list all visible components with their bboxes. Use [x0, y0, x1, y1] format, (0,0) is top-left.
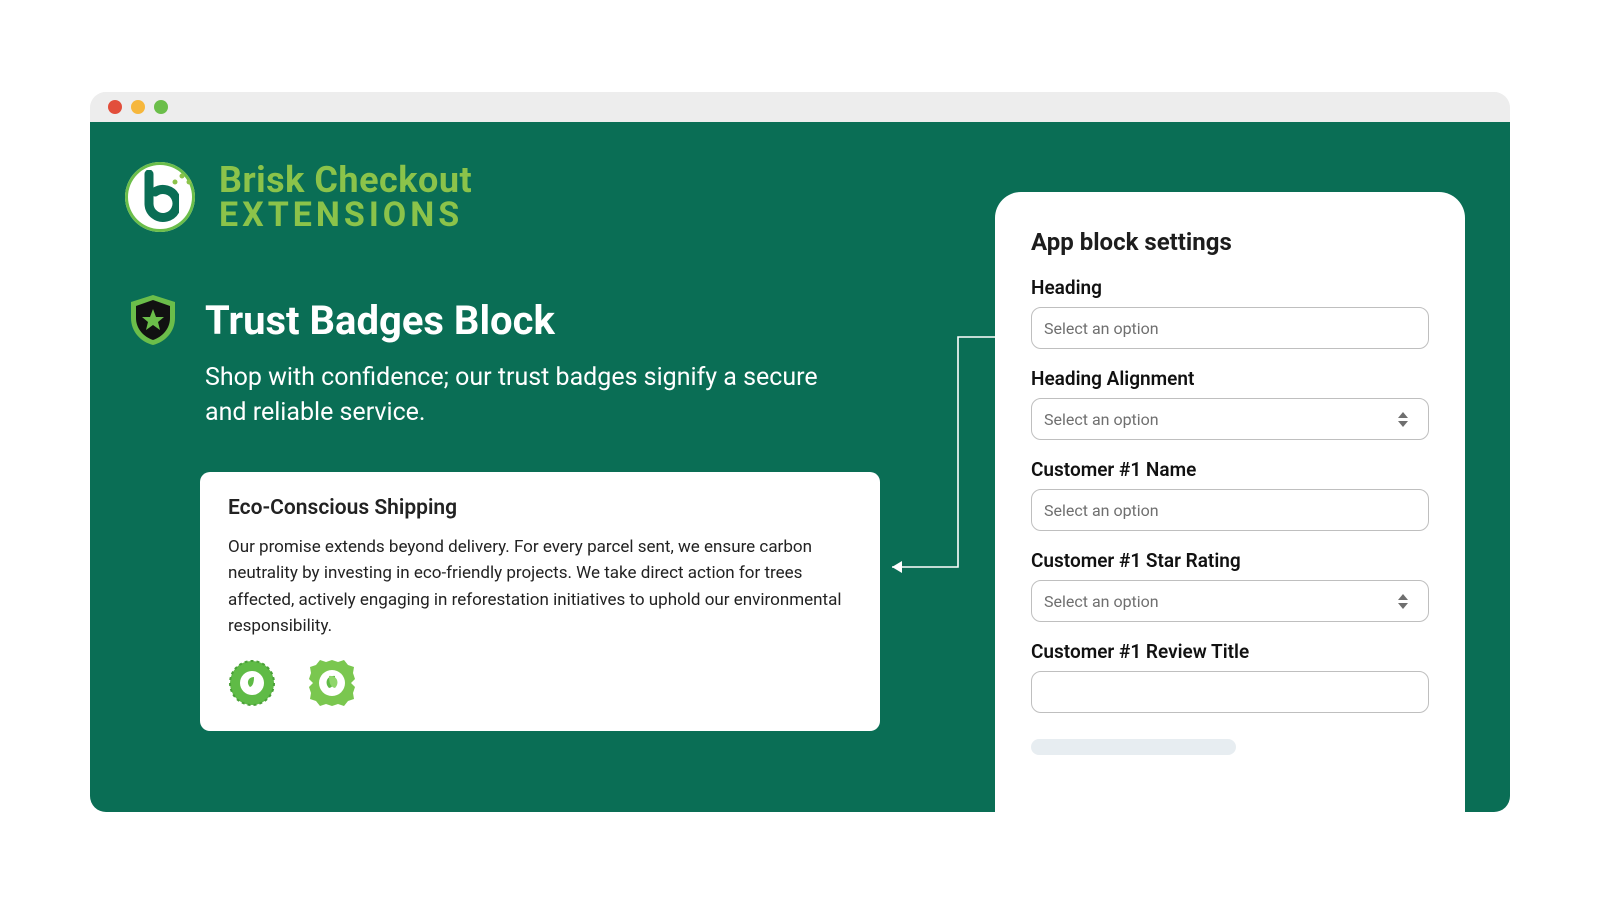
- label-customer-name: Customer #1 Name: [1031, 458, 1429, 481]
- stage: Brisk Checkout EXTENSIONS Trust Badges B…: [0, 0, 1600, 900]
- input-heading[interactable]: Select an option: [1031, 307, 1429, 349]
- section-subtitle: Shop with confidence; our trust badges s…: [205, 360, 845, 430]
- shield-star-icon: [125, 292, 181, 348]
- eco-friendly-seal-icon: [308, 659, 356, 707]
- chevron-up-down-icon: [1398, 408, 1416, 430]
- select-heading-alignment[interactable]: Select an option: [1031, 398, 1429, 440]
- brand-logo-icon: [125, 162, 195, 232]
- chevron-up-down-icon: [1398, 590, 1416, 612]
- minimize-icon[interactable]: [131, 100, 145, 114]
- preview-body: Our promise extends beyond delivery. For…: [228, 534, 852, 639]
- placeholder-text: Select an option: [1044, 592, 1159, 611]
- brand: Brisk Checkout EXTENSIONS: [125, 162, 472, 232]
- field-heading: Heading Select an option: [1031, 276, 1429, 349]
- brand-line2: EXTENSIONS: [219, 198, 472, 232]
- select-customer-rating[interactable]: Select an option: [1031, 580, 1429, 622]
- badge-row: [228, 659, 852, 707]
- maximize-icon[interactable]: [154, 100, 168, 114]
- placeholder-text: Select an option: [1044, 410, 1159, 429]
- preview-card: Eco-Conscious Shipping Our promise exten…: [200, 472, 880, 731]
- preview-heading: Eco-Conscious Shipping: [228, 496, 852, 520]
- label-customer-rating: Customer #1 Star Rating: [1031, 549, 1429, 572]
- label-heading-alignment: Heading Alignment: [1031, 367, 1429, 390]
- skeleton-bar: [1031, 739, 1236, 755]
- app-surface: Brisk Checkout EXTENSIONS Trust Badges B…: [90, 122, 1510, 812]
- browser-window: Brisk Checkout EXTENSIONS Trust Badges B…: [90, 92, 1510, 812]
- field-customer-rating: Customer #1 Star Rating Select an option: [1031, 549, 1429, 622]
- input-customer-name[interactable]: Select an option: [1031, 489, 1429, 531]
- settings-panel: App block settings Heading Select an opt…: [995, 192, 1465, 812]
- field-heading-alignment: Heading Alignment Select an option: [1031, 367, 1429, 440]
- label-customer-review-title: Customer #1 Review Title: [1031, 640, 1429, 663]
- brand-text: Brisk Checkout EXTENSIONS: [219, 162, 472, 232]
- window-titlebar: [90, 92, 1510, 122]
- field-customer-review-title: Customer #1 Review Title: [1031, 640, 1429, 713]
- section-header: Trust Badges Block Shop with confidence;…: [125, 292, 915, 430]
- field-customer-name: Customer #1 Name Select an option: [1031, 458, 1429, 531]
- placeholder-text: Select an option: [1044, 319, 1159, 338]
- close-icon[interactable]: [108, 100, 122, 114]
- carbon-neutral-seal-icon: [228, 659, 276, 707]
- placeholder-text: Select an option: [1044, 501, 1159, 520]
- brand-line1: Brisk Checkout: [219, 162, 472, 198]
- input-customer-review-title[interactable]: [1031, 671, 1429, 713]
- section-title: Trust Badges Block: [205, 297, 555, 344]
- label-heading: Heading: [1031, 276, 1429, 299]
- panel-title: App block settings: [1031, 228, 1429, 256]
